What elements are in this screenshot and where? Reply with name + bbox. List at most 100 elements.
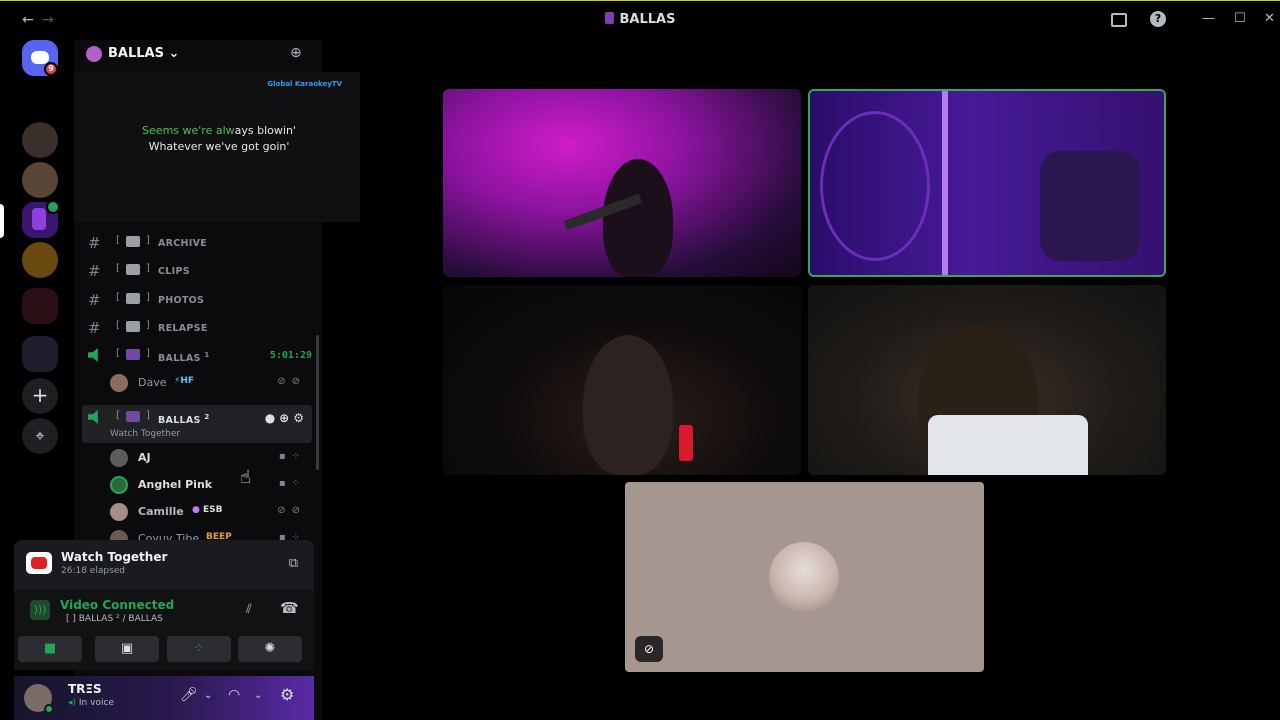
sidebar-scrollbar[interactable] — [316, 335, 319, 470]
discover-icon[interactable]: ⌖ — [22, 418, 58, 454]
participant-video — [603, 159, 673, 277]
channel-clips[interactable]: # [ ] CLIPS — [86, 258, 312, 284]
video-tile-camera-off[interactable]: ⊘ — [625, 482, 984, 672]
voice-connection: ))) Video Connected [ ] BALLAS ² / BALLA… — [14, 592, 314, 632]
channel-name: ARCHIVE — [158, 238, 208, 249]
voice-panel: Watch Together 26:18 elapsed ⧉ ))) Video… — [14, 540, 314, 670]
activity-watch-together[interactable]: Watch Together 26:18 elapsed ⧉ — [14, 540, 314, 590]
voice-channel-ballas-1[interactable]: [ ] BALLAS 1 5:01:29 — [86, 343, 312, 369]
soundboard-button[interactable]: ✺ — [238, 636, 302, 662]
channel-name: BALLAS 1 — [158, 351, 209, 364]
channel-name: PHOTOS — [158, 295, 205, 306]
voice-member-anghel-pink[interactable]: Anghel Pink ▪⁘ — [110, 473, 310, 497]
guild-name[interactable]: BALLAS ⌄ — [108, 46, 179, 61]
participant-video — [820, 111, 930, 261]
muted-icons: ⊘⊘ — [277, 376, 306, 387]
bracket: [ — [116, 235, 120, 246]
chevron-down-icon[interactable]: ⌄ — [254, 690, 262, 701]
bracket: ] — [146, 235, 150, 246]
channel-name: RELAPSE — [158, 323, 208, 334]
window-title-text: BALLAS — [619, 12, 676, 27]
close-button[interactable]: ✕ — [1264, 11, 1275, 26]
avatar — [110, 449, 128, 467]
video-activity-icons: ▪⁘ — [278, 478, 306, 489]
muted-icons: ⊘⊘ — [277, 505, 306, 516]
username[interactable]: TRΞS — [68, 682, 102, 696]
ballas-server-icon[interactable] — [22, 200, 60, 238]
help-icon[interactable]: ? — [1150, 11, 1166, 27]
bracket: [ — [116, 348, 120, 359]
disconnect-icon[interactable]: ☎ — [280, 599, 299, 617]
avatar — [110, 503, 128, 521]
participant-avatar — [769, 542, 839, 612]
server-icon[interactable] — [22, 122, 58, 158]
ballas-emoji-icon — [126, 349, 140, 360]
voice-member-aj[interactable]: AJ ▪⁘ — [110, 446, 310, 470]
guild-header[interactable]: BALLAS ⌄ ⊕ — [74, 40, 322, 70]
channel-relapse[interactable]: # [ ] RELAPSE — [86, 315, 312, 341]
activity-title: Watch Together — [61, 550, 168, 564]
channel-activity: Watch Together — [110, 429, 181, 439]
channel-action-icons[interactable]: ●⊕⚙ — [265, 411, 308, 425]
tag-icon: ● — [192, 505, 200, 515]
microphone-icon[interactable]: 🎤︎ — [180, 687, 198, 703]
voice-channel-ballas-2[interactable]: [ ] BALLAS 2 Watch Together ●⊕⚙ — [82, 405, 312, 443]
video-tile[interactable] — [443, 89, 801, 277]
add-member-icon[interactable]: ⊕ — [290, 45, 302, 61]
screen-share-button[interactable]: ▣ — [95, 636, 159, 662]
prestige-server-icon[interactable] — [22, 242, 58, 278]
popout-icon[interactable]: ⧉ — [289, 556, 298, 571]
channel-name: BALLAS 2 — [158, 413, 209, 426]
voice-location[interactable]: [ ] BALLAS ² / BALLAS — [66, 614, 163, 624]
video-tile[interactable] — [443, 285, 801, 475]
guild-icon — [86, 46, 102, 62]
lyric-rest-part: ays blowin' — [234, 124, 296, 137]
signal-icon[interactable]: ))) — [30, 600, 50, 620]
discord-home-icon[interactable]: 9 — [22, 40, 58, 76]
text-channel-icon: # — [88, 262, 101, 280]
headphones-icon[interactable]: ◠ — [228, 687, 240, 703]
video-tile[interactable] — [808, 285, 1166, 475]
activities-button[interactable]: ⁘ — [167, 636, 231, 662]
channel-archive[interactable]: # [ ] ARCHIVE — [86, 230, 312, 256]
user-panel: TRΞS ◂) In voice 🎤︎ ⌄ ◠ ⌄ ⚙ — [14, 676, 314, 720]
avatar — [110, 374, 128, 392]
channel-superscript: 1 — [204, 351, 210, 359]
selected-server-indicator — [0, 204, 4, 238]
participant-video — [928, 415, 1088, 475]
banner-brand: Global KaraokeyTV — [267, 80, 342, 88]
in-voice-icon: ◂) — [68, 698, 77, 708]
folder-server-icon[interactable] — [22, 336, 58, 372]
notification-badge: 9 — [44, 62, 58, 76]
member-tag: ⚡HF — [174, 376, 194, 386]
voice-action-buttons: ■ ▣ ⁘ ✺ — [14, 636, 314, 664]
video-tile-speaking[interactable] — [808, 89, 1166, 277]
noise-suppression-icon[interactable]: ⫽ — [246, 602, 252, 617]
bracket: ] — [146, 348, 150, 359]
voice-speaker-icon — [88, 410, 98, 424]
folder-server-icon[interactable] — [22, 288, 58, 324]
activity-elapsed: 26:18 elapsed — [61, 566, 126, 576]
lyric-line-2: Whatever we've got goin' — [148, 140, 290, 153]
voice-member-coyuv[interactable]: Coyuv Tibe BEEP ▪⁘ — [110, 527, 310, 541]
window-title: BALLAS — [0, 12, 1280, 27]
maximize-button[interactable]: ☐ — [1234, 11, 1246, 26]
clapper-icon — [126, 264, 140, 275]
participant-video — [942, 91, 948, 275]
settings-gear-icon[interactable]: ⚙ — [280, 685, 294, 704]
text-channel-icon: # — [88, 319, 101, 337]
voice-speaker-icon — [88, 348, 98, 362]
voice-member-camille[interactable]: Camille ● ESB ⊘⊘ — [110, 500, 310, 524]
camera-button[interactable]: ■ — [18, 636, 82, 662]
voice-member-dave[interactable]: Dave ⚡HF ⊘⊘ — [110, 371, 310, 395]
screen-share-icon[interactable] — [1111, 13, 1127, 27]
avatar — [110, 476, 128, 494]
member-name: Dave — [138, 376, 167, 389]
minimize-button[interactable]: — — [1202, 11, 1215, 26]
server-icon[interactable] — [22, 162, 58, 198]
add-server-icon[interactable]: + — [22, 378, 58, 414]
chevron-down-icon[interactable]: ⌄ — [204, 690, 212, 701]
channel-photos[interactable]: # [ ] PHOTOS — [86, 287, 312, 313]
bracket: [ — [116, 320, 120, 331]
lyric-sung-part: Seems we're alw — [142, 124, 235, 137]
